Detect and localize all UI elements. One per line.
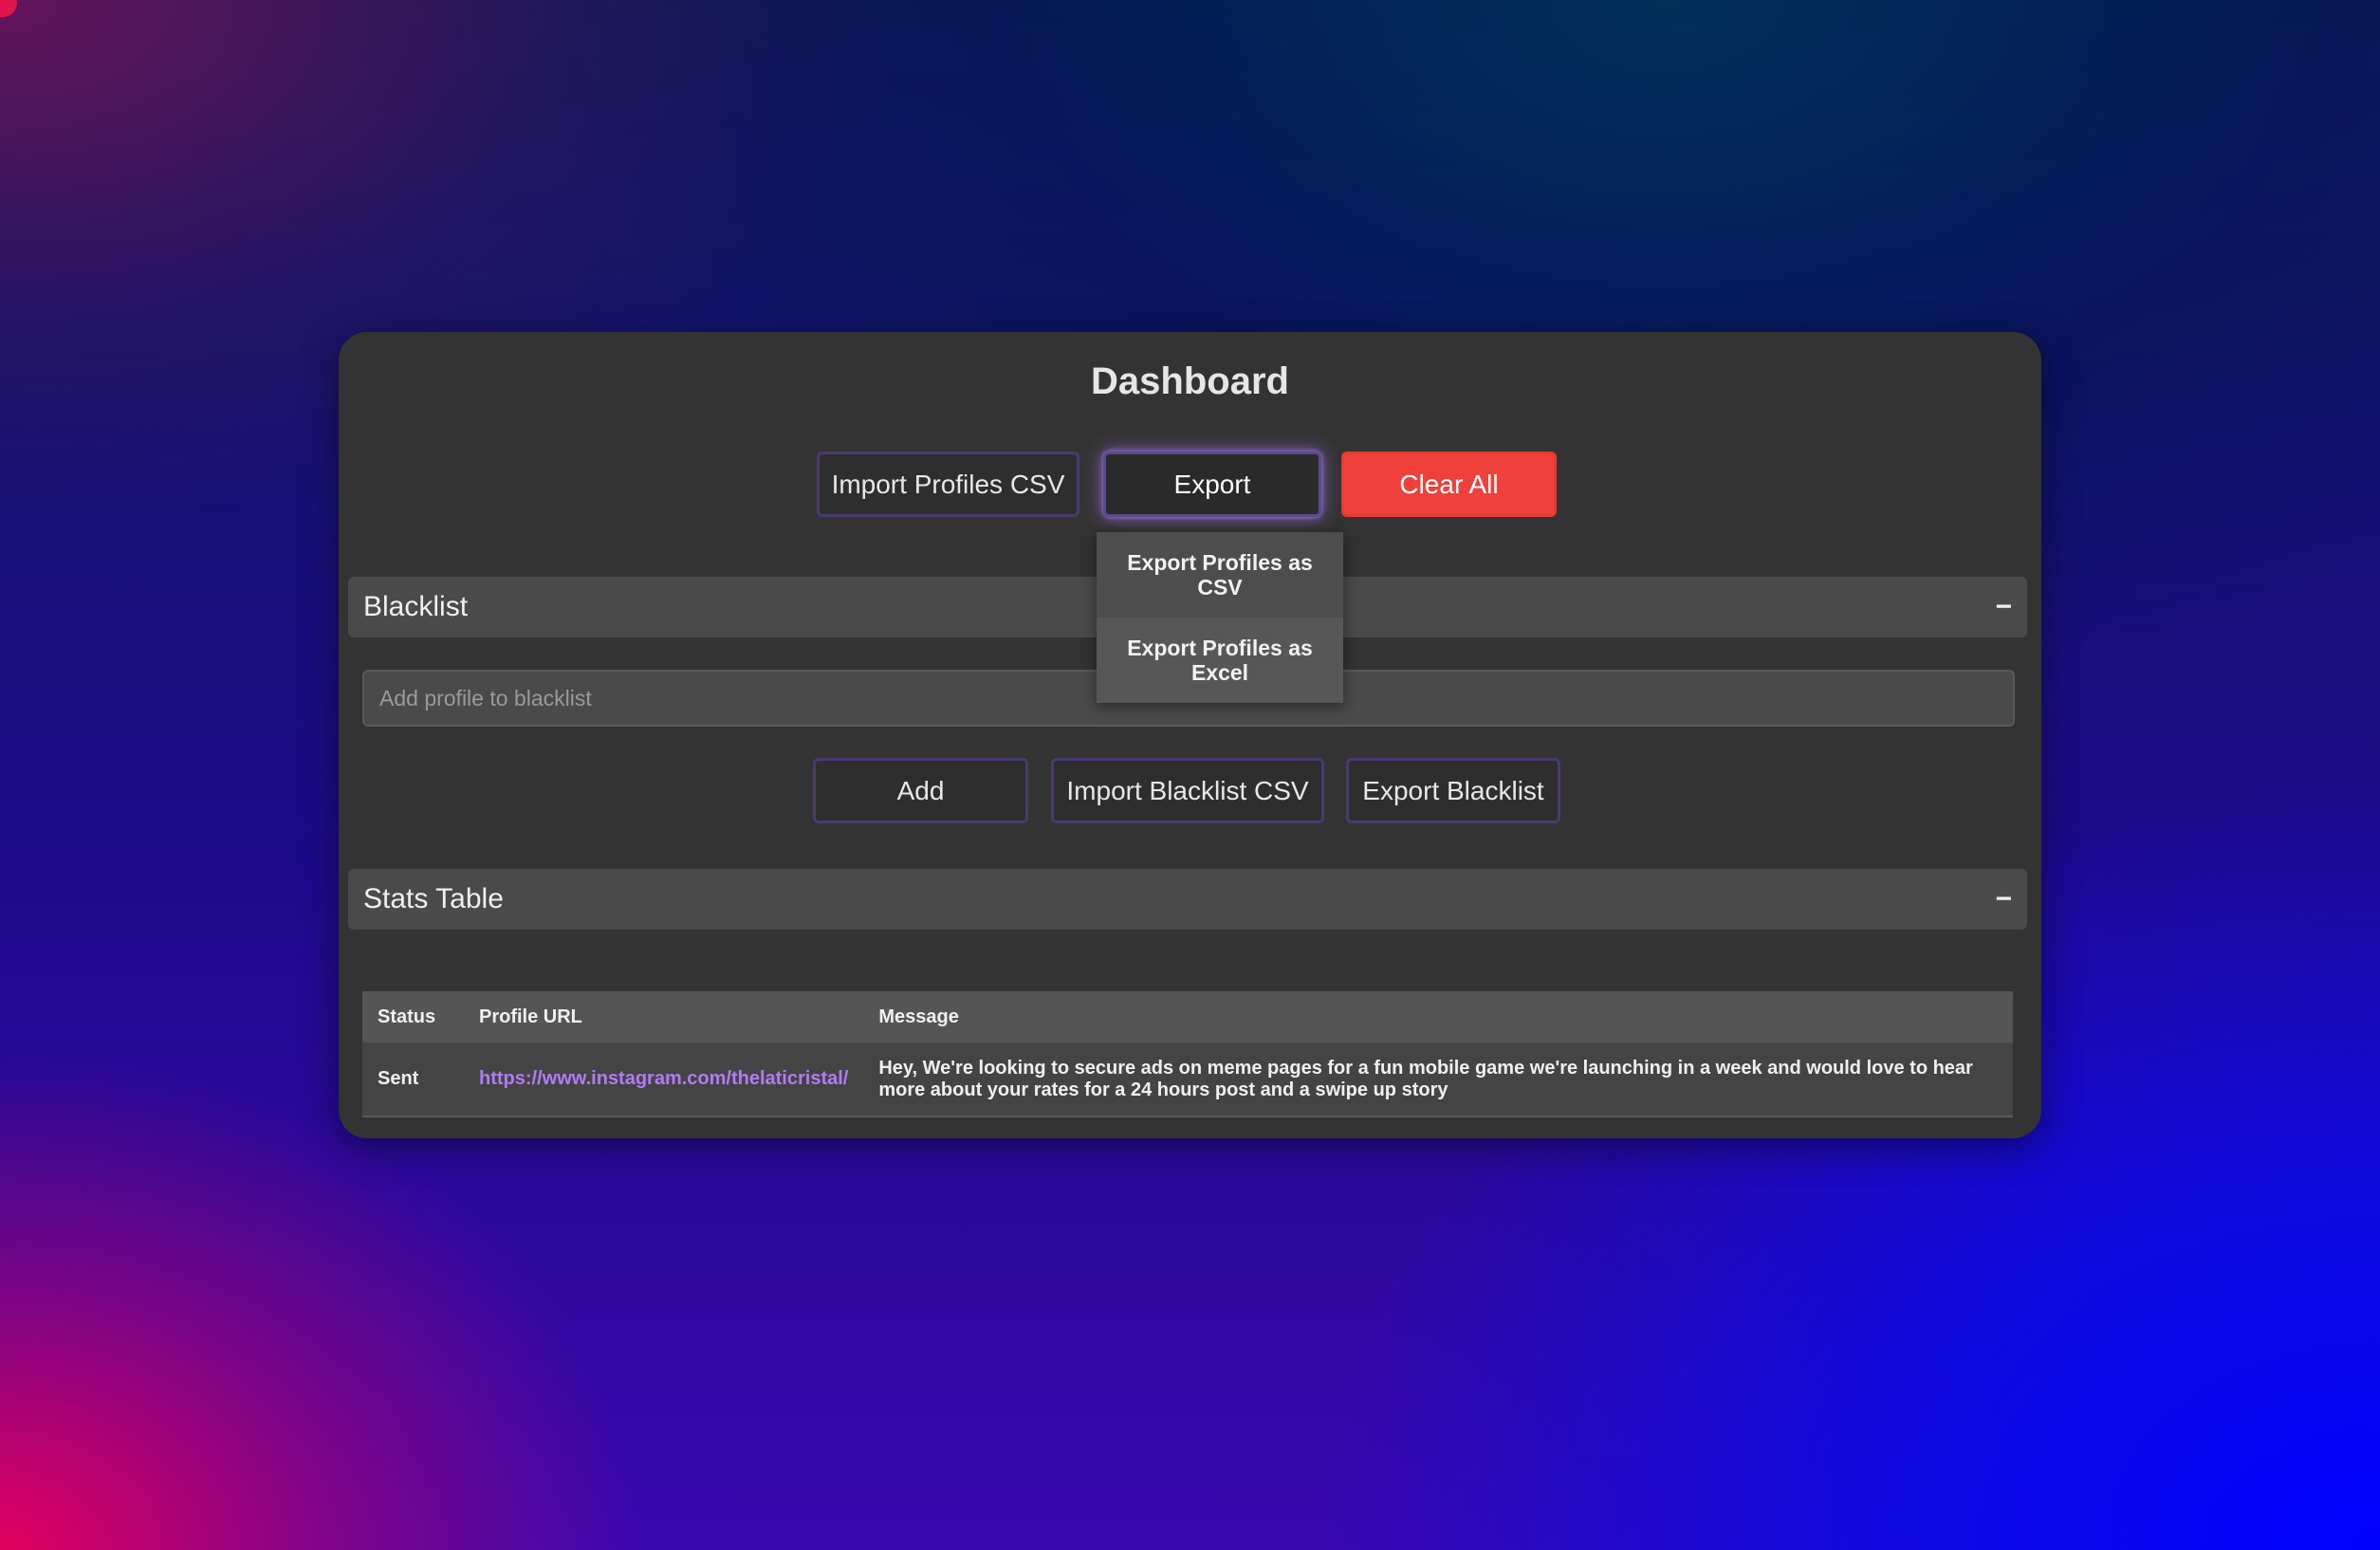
column-header-profile-url: Profile URL	[464, 991, 864, 1043]
add-blacklist-button[interactable]: Add	[813, 758, 1028, 823]
export-blacklist-button[interactable]: Export Blacklist	[1346, 758, 1560, 823]
column-header-message: Message	[863, 991, 2013, 1043]
clear-all-button[interactable]: Clear All	[1341, 452, 1557, 517]
stats-table: Status Profile URL Message Sent https://…	[362, 991, 2013, 1117]
export-profiles-csv-option[interactable]: Export Profiles as CSV	[1097, 532, 1343, 618]
corner-dot	[0, 0, 17, 17]
blacklist-section-title: Blacklist	[363, 591, 469, 622]
dashboard-panel: Dashboard Import Profiles CSV Export Cle…	[339, 332, 2041, 1138]
column-header-status: Status	[362, 991, 464, 1043]
row-status: Sent	[362, 1043, 464, 1117]
stats-collapse-icon[interactable]: −	[1995, 883, 2012, 915]
export-profiles-excel-option[interactable]: Export Profiles as Excel	[1097, 618, 1343, 703]
import-blacklist-csv-button[interactable]: Import Blacklist CSV	[1051, 758, 1324, 823]
row-profile-url: https://www.instagram.com/thelaticristal…	[464, 1043, 864, 1117]
blacklist-collapse-icon[interactable]: −	[1995, 591, 2012, 623]
stats-section-header[interactable]: Stats Table −	[348, 869, 2027, 930]
export-dropdown-menu: Export Profiles as CSV Export Profiles a…	[1097, 532, 1343, 703]
import-profiles-csv-button[interactable]: Import Profiles CSV	[817, 452, 1079, 517]
table-header-row: Status Profile URL Message	[362, 991, 2013, 1043]
row-message: Hey, We're looking to secure ads on meme…	[863, 1043, 2013, 1117]
stats-section-title: Stats Table	[363, 883, 504, 914]
export-button[interactable]: Export	[1103, 452, 1321, 517]
page-title: Dashboard	[1091, 360, 1289, 402]
profile-url-link[interactable]: https://www.instagram.com/thelaticristal…	[479, 1068, 848, 1089]
table-row: Sent https://www.instagram.com/thelaticr…	[362, 1043, 2013, 1117]
